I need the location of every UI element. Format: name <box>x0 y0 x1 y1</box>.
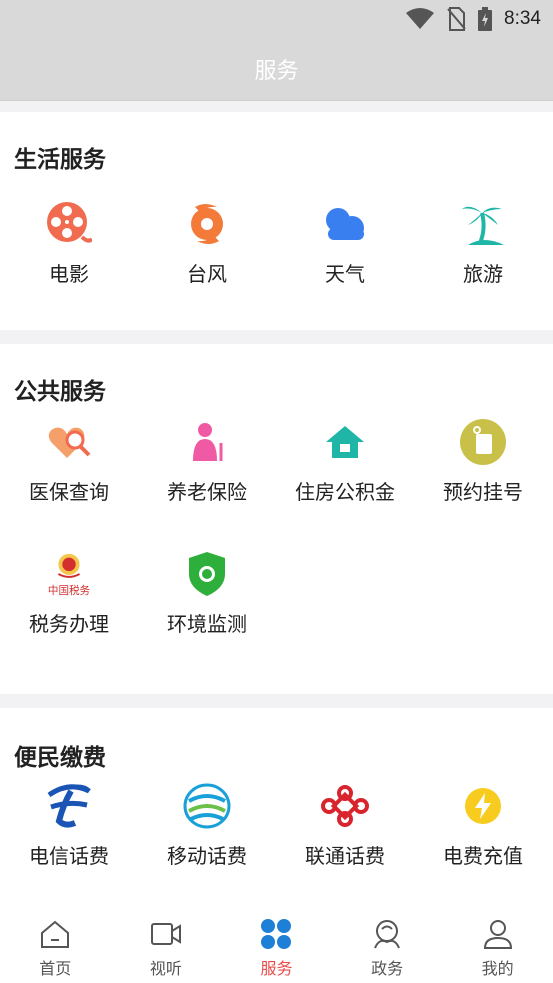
status-bar: 8:34 <box>0 0 553 38</box>
service-environment[interactable]: 环境监测 <box>138 550 276 637</box>
tab-home[interactable]: 首页 <box>0 903 111 983</box>
medical-search-icon <box>45 418 93 466</box>
cloud-icon <box>321 200 369 248</box>
elderly-icon <box>183 418 231 466</box>
service-appointment[interactable]: 预约挂号 <box>414 418 552 505</box>
payment-electricity[interactable]: 电费充值 <box>414 782 552 869</box>
lightning-icon <box>459 782 507 830</box>
service-travel[interactable]: 旅游 <box>414 200 552 287</box>
section-public-services: 公共服务 医保查询 养老保险 住房公积金 预约挂号 中国税务 税务办理 环境监测 <box>0 344 553 694</box>
tab-government[interactable]: 政务 <box>332 903 443 983</box>
house-icon <box>321 418 369 466</box>
service-pension[interactable]: 养老保险 <box>138 418 276 505</box>
mobile-logo-icon <box>183 782 231 830</box>
no-sim-icon <box>447 7 466 31</box>
tab-services[interactable]: 服务 <box>221 903 332 983</box>
svg-text:中国税务: 中国税务 <box>48 584 91 597</box>
service-movie[interactable]: 电影 <box>0 200 138 287</box>
unicom-logo-icon <box>321 782 369 830</box>
tax-emblem-icon: 中国税务 <box>45 550 93 598</box>
tab-profile[interactable]: 我的 <box>442 903 553 983</box>
service-typhoon[interactable]: 台风 <box>138 200 276 287</box>
video-camera-icon <box>149 917 183 951</box>
page-title: 服务 <box>254 59 299 84</box>
service-medical-insurance[interactable]: 医保查询 <box>0 418 138 505</box>
section-title: 公共服务 <box>14 379 106 405</box>
user-icon <box>481 917 515 951</box>
wifi-icon <box>406 8 435 29</box>
section-title: 便民缴费 <box>14 745 106 771</box>
palm-tree-icon <box>459 200 507 248</box>
payment-telecom[interactable]: 电信话费 <box>0 782 138 869</box>
government-icon <box>370 917 404 951</box>
section-title: 生活服务 <box>14 147 106 173</box>
tab-video[interactable]: 视听 <box>111 903 222 983</box>
app-header: 服务 <box>0 38 553 101</box>
payment-unicom[interactable]: 联通话费 <box>276 782 414 869</box>
clock: 8:34 <box>504 8 541 29</box>
typhoon-icon <box>183 200 231 248</box>
grid-dots-icon <box>259 917 293 951</box>
bottom-tab-bar: 首页 视听 服务 政务 我的 <box>0 903 553 983</box>
service-tax[interactable]: 中国税务 税务办理 <box>0 550 138 637</box>
battery-charging-icon <box>478 7 493 31</box>
service-housing-fund[interactable]: 住房公积金 <box>276 418 414 505</box>
telecom-logo-icon <box>45 782 93 830</box>
appointment-icon <box>459 418 507 466</box>
service-weather[interactable]: 天气 <box>276 200 414 287</box>
payment-mobile[interactable]: 移动话费 <box>138 782 276 869</box>
film-reel-icon <box>45 200 93 248</box>
section-life-services: 生活服务 电影 台风 天气 旅游 <box>0 112 553 330</box>
home-icon <box>38 917 72 951</box>
environment-emblem-icon <box>183 550 231 598</box>
section-payment-services: 便民缴费 电信话费 移动话费 联通话费 电费充值 <box>0 708 553 903</box>
